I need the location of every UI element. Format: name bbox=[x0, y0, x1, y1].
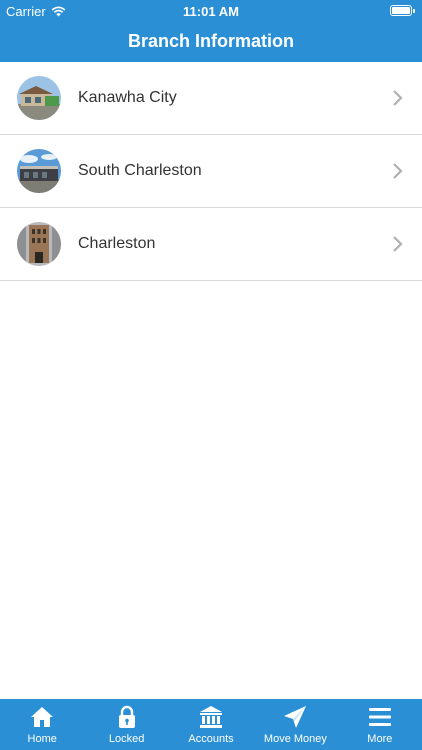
status-bar: Carrier 11:01 AM bbox=[0, 0, 422, 22]
tab-home[interactable]: Home bbox=[0, 699, 84, 750]
tab-label: Locked bbox=[108, 733, 145, 745]
tab-accounts[interactable]: Accounts bbox=[169, 699, 253, 750]
tab-bar: Home Locked Accounts Move Money More bbox=[0, 699, 422, 750]
tab-locked[interactable]: Locked bbox=[84, 699, 168, 750]
bank-icon bbox=[200, 706, 223, 728]
paper-plane-icon bbox=[284, 706, 307, 728]
tab-label: More bbox=[367, 733, 393, 745]
chevron-right-icon bbox=[393, 90, 403, 106]
menu-icon bbox=[368, 708, 391, 726]
chevron-right-icon bbox=[393, 236, 403, 252]
branch-photo bbox=[17, 222, 61, 266]
tab-label: Home bbox=[27, 733, 57, 745]
tab-label: Accounts bbox=[188, 733, 234, 745]
branch-name: Charleston bbox=[78, 235, 156, 252]
chevron-right-icon bbox=[393, 163, 403, 179]
tab-more[interactable]: More bbox=[338, 699, 422, 750]
navigation-bar: Branch Information bbox=[0, 22, 422, 62]
branch-row-kanawha-city[interactable]: Kanawha City bbox=[0, 62, 422, 135]
page-title: Branch Information bbox=[127, 31, 294, 51]
branch-photo bbox=[17, 76, 61, 120]
battery-icon bbox=[390, 5, 415, 16]
tab-move-money[interactable]: Move Money bbox=[253, 699, 337, 750]
status-time: 11:01 AM bbox=[183, 4, 239, 19]
branch-row-charleston[interactable]: Charleston bbox=[0, 208, 422, 281]
tab-label: Move Money bbox=[263, 733, 327, 745]
branch-name: South Charleston bbox=[78, 162, 202, 179]
home-icon bbox=[31, 707, 54, 727]
branch-name: Kanawha City bbox=[78, 89, 177, 106]
branch-row-south-charleston[interactable]: South Charleston bbox=[0, 135, 422, 208]
lock-icon bbox=[118, 705, 135, 728]
branch-photo bbox=[17, 149, 61, 193]
branch-list: Kanawha City South Charleston Charleston bbox=[0, 62, 422, 281]
